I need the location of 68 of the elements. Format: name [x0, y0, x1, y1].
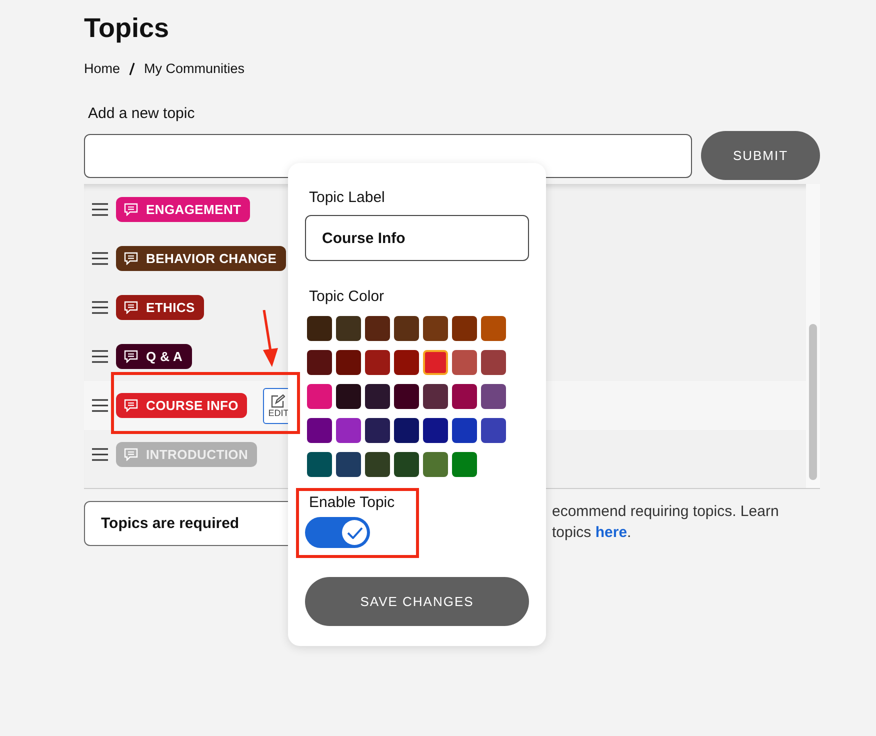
field-label: Topic Label — [308, 189, 386, 206]
color-swatch[interactable] — [336, 452, 361, 477]
color-swatch[interactable] — [423, 452, 448, 477]
breadcrumb-link[interactable]: Home — [84, 61, 120, 76]
color-swatch[interactable] — [394, 384, 419, 409]
color-swatch[interactable] — [307, 316, 332, 341]
color-swatch[interactable] — [307, 384, 332, 409]
color-swatch[interactable] — [365, 452, 390, 477]
color-swatch[interactable] — [481, 350, 506, 375]
color-swatch[interactable] — [481, 418, 506, 443]
topic-tag[interactable]: ENGAGEMENT — [116, 197, 250, 222]
color-swatch[interactable] — [452, 418, 477, 443]
help-link[interactable]: here — [595, 524, 628, 541]
topic-label-field[interactable]: Course Info — [305, 215, 529, 261]
color-swatch[interactable] — [423, 418, 448, 443]
scrollbar[interactable] — [806, 184, 820, 488]
color-swatch[interactable] — [307, 418, 332, 443]
color-swatch[interactable] — [336, 316, 361, 341]
color-swatch[interactable] — [365, 418, 390, 443]
chat-bubble-icon — [124, 350, 138, 363]
drag-handle-icon[interactable] — [92, 448, 108, 461]
topic-tag[interactable]: COURSE INFO — [116, 393, 248, 418]
drag-handle-icon[interactable] — [92, 301, 108, 314]
color-swatch[interactable] — [452, 452, 477, 477]
chat-bubble-icon — [124, 448, 138, 461]
breadcrumb-link[interactable]: My Communities — [144, 61, 245, 76]
color-swatch[interactable] — [365, 384, 390, 409]
topic-tag[interactable]: BEHAVIOR CHANGE — [116, 246, 286, 271]
color-swatch[interactable] — [423, 350, 448, 375]
page-title: Topics — [84, 12, 170, 44]
arrow-icon — [260, 310, 280, 368]
color-swatch[interactable] — [481, 384, 506, 409]
checkmark-icon — [346, 526, 362, 538]
color-swatch[interactable] — [452, 350, 477, 375]
color-swatch[interactable] — [336, 384, 361, 409]
submit-button[interactable]: SUBMIT — [701, 131, 820, 180]
color-swatch[interactable] — [394, 350, 419, 375]
chat-bubble-icon — [124, 399, 138, 412]
field-label: Add a new topic — [88, 105, 196, 122]
save-changes-button[interactable]: SAVE CHANGES — [305, 577, 529, 626]
field-label: Topic Color — [308, 288, 386, 305]
color-swatch[interactable] — [307, 452, 332, 477]
color-swatch[interactable] — [423, 384, 448, 409]
chat-bubble-icon — [124, 203, 138, 216]
pencil-icon — [271, 394, 286, 408]
color-swatch[interactable] — [394, 316, 419, 341]
color-swatch[interactable] — [336, 418, 361, 443]
drag-handle-icon[interactable] — [92, 203, 108, 216]
color-swatch[interactable] — [481, 316, 506, 341]
chat-bubble-icon — [124, 301, 138, 314]
color-swatch[interactable] — [452, 316, 477, 341]
color-swatch[interactable] — [452, 384, 477, 409]
color-swatch[interactable] — [365, 350, 390, 375]
color-swatch[interactable] — [423, 316, 448, 341]
color-swatch[interactable] — [394, 418, 419, 443]
drag-handle-icon[interactable] — [92, 399, 108, 412]
topic-tag[interactable]: Q & A — [116, 344, 192, 369]
color-swatch[interactable] — [336, 350, 361, 375]
drag-handle-icon[interactable] — [92, 350, 108, 363]
drag-handle-icon[interactable] — [92, 252, 108, 265]
enable-toggle[interactable] — [305, 517, 370, 548]
topics-note-text: ecommend requiring topics. Learn topics here. — [552, 502, 779, 543]
color-swatch[interactable] — [394, 452, 419, 477]
color-swatch[interactable] — [307, 350, 332, 375]
color-swatch[interactable] — [365, 316, 390, 341]
chat-bubble-icon — [124, 252, 138, 265]
topic-tag[interactable]: ETHICS — [116, 295, 204, 320]
breadcrumb-separator-icon — [129, 62, 136, 76]
